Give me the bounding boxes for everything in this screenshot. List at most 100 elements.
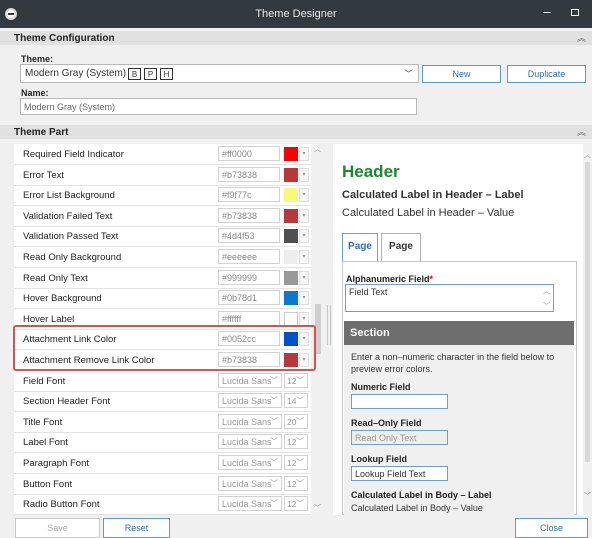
name-label: Name:	[21, 88, 49, 98]
grid-row[interactable]: Section Header Font Lucida Sans ﹀ 14 ﹀	[14, 391, 311, 413]
color-picker-button[interactable]: ▾	[299, 147, 309, 161]
alphanumeric-field[interactable]: Field Text ︿ ﹀	[345, 284, 554, 312]
hex-input[interactable]: #f9f77c	[218, 187, 280, 203]
duplicate-theme-button[interactable]: Duplicate	[507, 65, 586, 83]
font-dropdown[interactable]: Lucida Sans ﹀	[218, 434, 282, 450]
size-dropdown[interactable]: 14 ﹀	[284, 393, 308, 409]
tab-page-2[interactable]: Page	[381, 233, 421, 261]
color-swatch[interactable]	[284, 167, 298, 182]
hex-input[interactable]: #ff0000	[218, 146, 280, 161]
grid-row[interactable]: Read Only Text #999999 ▾	[14, 268, 311, 289]
hex-input[interactable]: #4d4f53	[218, 228, 280, 244]
grid-row[interactable]: Field Font Lucida Sans ﹀ 12 ﹀	[14, 371, 311, 392]
scroll-up-icon[interactable]: ︿	[314, 144, 321, 154]
size-dropdown[interactable]: 12 ﹀	[284, 434, 308, 450]
chevron-down-icon: ﹀	[296, 375, 304, 385]
grid-row[interactable]: Hover Label #ffffff ▾	[14, 309, 311, 330]
grid-row[interactable]: Required Field Indicator #ff0000 ▾	[14, 144, 311, 165]
theme-configuration-header[interactable]: Theme Configuration ︽	[0, 31, 592, 45]
hex-input[interactable]: #b73838	[218, 352, 280, 367]
grid-row[interactable]: Error List Background #f9f77c ▾	[14, 185, 311, 207]
hex-input[interactable]: #ffffff	[218, 310, 280, 326]
grid-row[interactable]: Attachment Link Color #0052cc ▾	[14, 329, 311, 351]
scroll-up-icon[interactable]: ︿	[584, 150, 591, 160]
size-dropdown[interactable]: 20 ﹀	[284, 413, 308, 429]
theme-part-header[interactable]: Theme Part ︽	[0, 125, 592, 139]
color-swatch[interactable]	[284, 291, 298, 306]
scroll-up-icon[interactable]: ︿	[543, 286, 550, 296]
hex-input[interactable]: #b73838	[218, 207, 280, 223]
scroll-down-icon[interactable]: ﹀	[314, 503, 321, 513]
maximize-button[interactable]	[571, 9, 579, 16]
color-swatch[interactable]	[284, 188, 298, 203]
color-picker-button[interactable]: ▾	[299, 353, 309, 367]
tab-page-1[interactable]: Page	[342, 233, 378, 261]
grid-row[interactable]: Button Font Lucida Sans ﹀ 12 ﹀	[14, 474, 311, 495]
font-dropdown[interactable]: Lucida Sans ﹀	[218, 496, 282, 512]
theme-dropdown[interactable]: Modern Gray (System) B P H ﹀	[20, 64, 419, 83]
grid-row[interactable]: Validation Passed Text #4d4f53 ▾	[14, 226, 311, 248]
grid-row[interactable]: Read Only Background #eeeeee ▾	[14, 247, 311, 268]
collapse-icon[interactable]: ︽	[577, 31, 586, 44]
size-dropdown[interactable]: 12 ﹀	[284, 496, 308, 512]
reset-button[interactable]: Reset	[103, 518, 170, 538]
color-swatch[interactable]	[284, 332, 298, 347]
pane-splitter[interactable]	[327, 305, 331, 345]
collapse-icon[interactable]: ︽	[577, 125, 586, 138]
save-button[interactable]: Save	[15, 518, 100, 538]
grid-scrollbar[interactable]: ︿ ﹀	[313, 144, 323, 515]
color-swatch[interactable]	[284, 147, 298, 161]
minimize-button[interactable]: –	[541, 4, 553, 20]
hex-input[interactable]: #0052cc	[218, 331, 280, 347]
name-field[interactable]: Modern Gray (System)	[20, 98, 417, 115]
grid-row[interactable]: Validation Failed Text #b73838 ▾	[14, 206, 311, 227]
new-theme-button[interactable]: New	[422, 65, 501, 83]
hex-input[interactable]: #0b78d1	[218, 290, 280, 306]
grid-row[interactable]: Paragraph Font Lucida Sans ﹀ 12 ﹀	[14, 453, 311, 474]
grid-row[interactable]: Radio Button Font Lucida Sans ﹀ 12 ﹀	[14, 494, 311, 515]
grid-row[interactable]: Error Text #b73838 ▾	[14, 165, 311, 186]
numeric-field[interactable]	[351, 394, 448, 409]
lookup-field[interactable]: Lookup Field Text	[351, 466, 448, 481]
badge-p: P	[144, 68, 157, 80]
color-swatch[interactable]	[284, 250, 298, 264]
font-value: Lucida Sans	[222, 375, 272, 386]
color-picker-button[interactable]: ▾	[299, 270, 309, 285]
grid-row[interactable]: Hover Background #0b78d1 ▾	[14, 288, 311, 310]
color-picker-button[interactable]: ▾	[299, 208, 309, 223]
color-swatch[interactable]	[284, 208, 298, 223]
color-swatch[interactable]	[284, 229, 298, 244]
font-dropdown[interactable]: Lucida Sans ﹀	[218, 393, 282, 409]
color-swatch[interactable]	[284, 270, 298, 285]
hex-input[interactable]: #999999	[218, 269, 280, 285]
scroll-down-icon[interactable]: ﹀	[584, 491, 591, 501]
color-swatch[interactable]	[284, 311, 298, 326]
color-picker-button[interactable]: ▾	[299, 188, 309, 203]
font-dropdown[interactable]: Lucida Sans ﹀	[218, 413, 282, 429]
font-dropdown[interactable]: Lucida Sans ﹀	[218, 372, 282, 388]
color-picker-button[interactable]: ▾	[299, 332, 309, 347]
color-picker-button[interactable]: ▾	[299, 311, 309, 326]
grid-row[interactable]: Attachment Remove Link Color #b73838 ▾	[14, 350, 311, 371]
chevron-down-icon: ﹀	[270, 458, 278, 467]
size-dropdown[interactable]: 12 ﹀	[284, 475, 308, 491]
readonly-field: Read Only Text	[351, 430, 448, 445]
font-dropdown[interactable]: Lucida Sans ﹀	[218, 475, 282, 491]
scroll-down-icon[interactable]: ﹀	[543, 301, 550, 311]
scroll-thumb[interactable]	[585, 162, 590, 462]
size-dropdown[interactable]: 12 ﹀	[284, 372, 308, 388]
hex-input[interactable]: #eeeeee	[218, 249, 280, 264]
color-swatch[interactable]	[284, 353, 298, 367]
font-dropdown[interactable]: Lucida Sans ﹀	[218, 455, 282, 470]
color-picker-button[interactable]: ▾	[299, 291, 309, 306]
scroll-thumb[interactable]	[315, 304, 321, 354]
hex-input[interactable]: #b73838	[218, 166, 280, 182]
grid-row[interactable]: Label Font Lucida Sans ﹀ 12 ﹀	[14, 432, 311, 454]
color-picker-button[interactable]: ▾	[299, 229, 309, 244]
preview-scrollbar[interactable]: ︿ ﹀	[584, 144, 592, 515]
size-dropdown[interactable]: 12 ﹀	[284, 455, 308, 470]
color-picker-button[interactable]: ▾	[299, 250, 309, 264]
grid-row[interactable]: Title Font Lucida Sans ﹀ 20 ﹀	[14, 412, 311, 433]
close-button[interactable]: Close	[515, 518, 588, 538]
color-picker-button[interactable]: ▾	[299, 167, 309, 182]
